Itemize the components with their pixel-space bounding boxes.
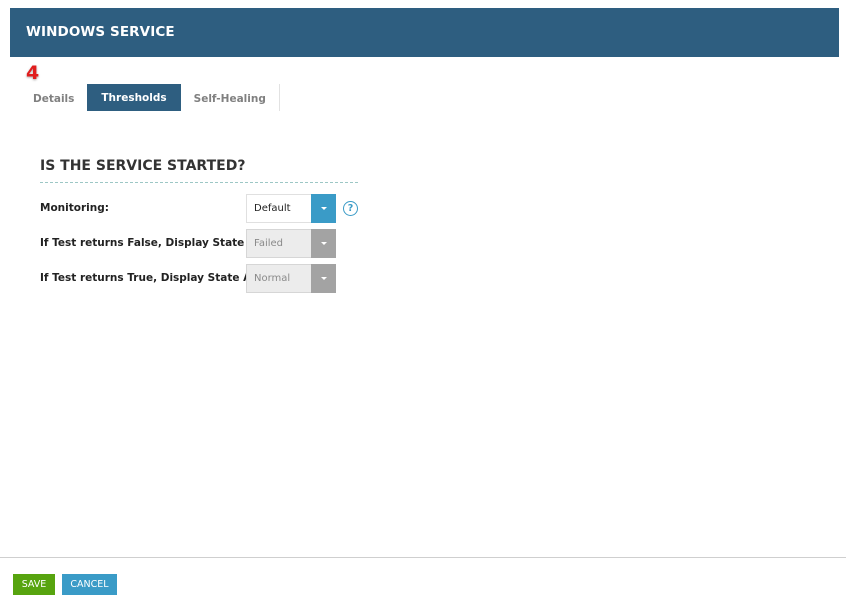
tab-divider [278, 84, 280, 111]
section-divider [40, 182, 358, 183]
true-state-dropdown-button [311, 264, 336, 293]
false-state-dropdown-button [311, 229, 336, 258]
false-state-label: If Test returns False, Display State As: [40, 237, 267, 249]
dialog-title: WINDOWS SERVICE [26, 24, 175, 40]
help-icon[interactable]: ? [343, 201, 358, 216]
tab-self-healing[interactable]: Self-Healing [181, 84, 279, 111]
true-state-select-value: Normal [254, 273, 291, 284]
footer-divider [0, 557, 846, 558]
true-state-label: If Test returns True, Display State As: [40, 272, 262, 284]
monitoring-select-value: Default [254, 203, 291, 214]
tab-thresholds[interactable]: Thresholds [87, 84, 181, 111]
chevron-down-icon [320, 277, 327, 280]
tab-bar: Details Thresholds Self-Healing [20, 84, 280, 111]
chevron-down-icon [320, 207, 327, 210]
false-state-select: Failed [246, 229, 336, 258]
step-number-badge: 4 [26, 62, 40, 84]
monitoring-label: Monitoring: [40, 202, 109, 214]
monitoring-dropdown-button[interactable] [311, 194, 336, 223]
false-state-select-value: Failed [254, 238, 284, 249]
dialog-title-bar: WINDOWS SERVICE [10, 8, 839, 57]
save-button[interactable]: SAVE [13, 574, 55, 595]
tab-details[interactable]: Details [20, 84, 87, 111]
section-title: IS THE SERVICE STARTED? [40, 158, 246, 174]
true-state-select: Normal [246, 264, 336, 293]
chevron-down-icon [320, 242, 327, 245]
cancel-button[interactable]: CANCEL [62, 574, 117, 595]
monitoring-select[interactable]: Default [246, 194, 336, 223]
